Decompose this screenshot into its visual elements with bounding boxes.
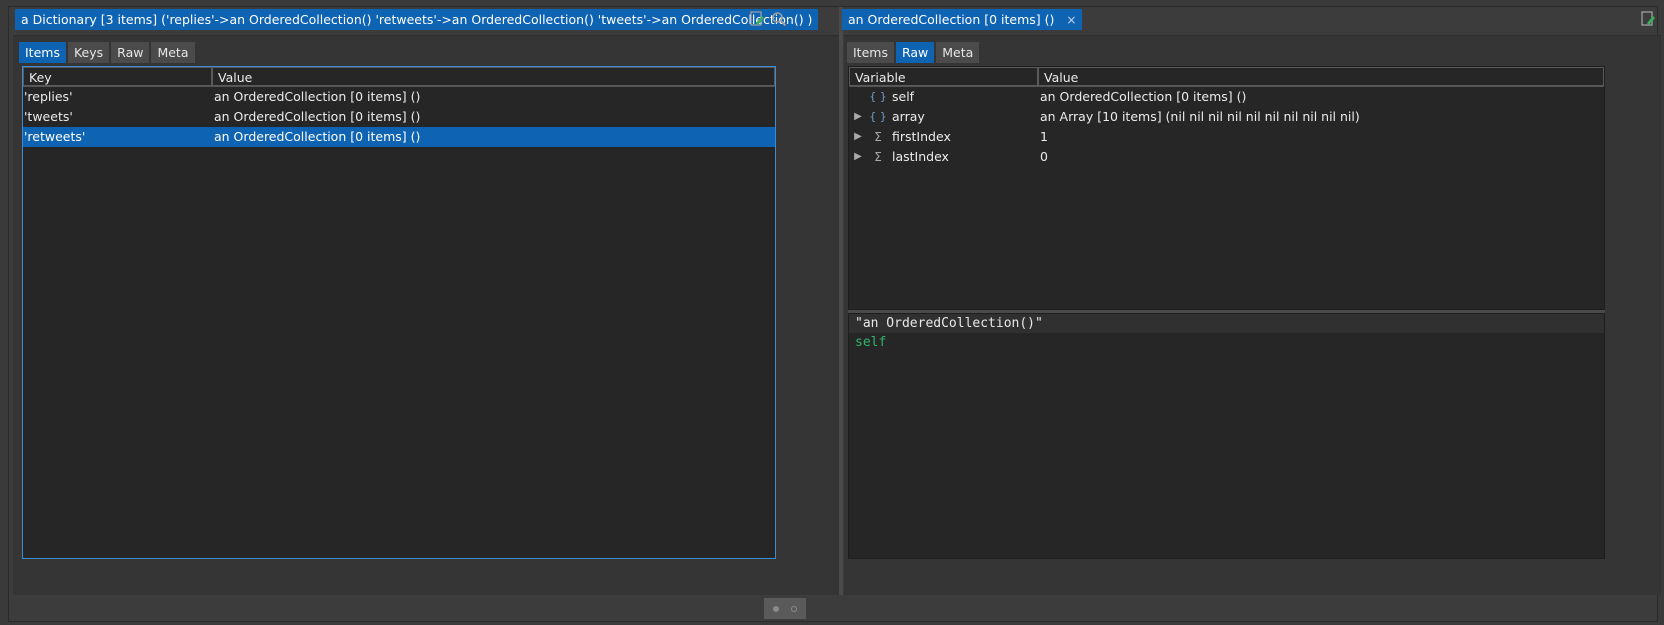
table-row[interactable]: { } self an OrderedCollection [0 items] … bbox=[849, 87, 1604, 107]
pane-splitter[interactable] bbox=[839, 7, 843, 595]
row-value: an OrderedCollection [0 items] () bbox=[214, 89, 421, 104]
dictionary-items-table[interactable]: Key Value 'replies' an OrderedCollection… bbox=[22, 66, 776, 559]
collection-title-tab[interactable]: an OrderedCollection [0 items] () × bbox=[842, 9, 1083, 30]
sigma-icon: Σ bbox=[874, 150, 882, 164]
expand-arrow-icon[interactable]: ▶ bbox=[849, 147, 867, 167]
tab-items[interactable]: Items bbox=[847, 42, 894, 63]
column-header-variable[interactable]: Variable bbox=[849, 67, 1038, 86]
column-header-value[interactable]: Value bbox=[1038, 67, 1604, 86]
expand-arrow-icon[interactable]: ▶ bbox=[849, 127, 867, 147]
page-dot-active-icon[interactable] bbox=[773, 605, 779, 612]
raw-variables-table[interactable]: Variable Value { } self an OrderedCollec… bbox=[848, 66, 1605, 310]
tab-items[interactable]: Items bbox=[19, 42, 66, 63]
table-row[interactable]: 'tweets' an OrderedCollection [0 items] … bbox=[23, 107, 775, 127]
close-icon[interactable]: × bbox=[1066, 13, 1076, 27]
table-header: Variable Value bbox=[849, 67, 1604, 87]
tab-raw[interactable]: Raw bbox=[111, 42, 150, 63]
tab-meta[interactable]: Meta bbox=[151, 42, 195, 63]
row-key: 'retweets' bbox=[24, 129, 86, 144]
row-value: an OrderedCollection [0 items] () bbox=[214, 109, 421, 124]
variable-name: array bbox=[892, 109, 925, 124]
table-row[interactable]: ▶ Σ firstIndex 1 bbox=[849, 127, 1604, 147]
column-header-key[interactable]: Key bbox=[23, 67, 212, 86]
edit-icon[interactable] bbox=[1640, 11, 1658, 29]
expand-arrow-icon[interactable]: ▶ bbox=[849, 107, 867, 127]
tab-raw[interactable]: Raw bbox=[895, 42, 935, 63]
dictionary-title: a Dictionary [3 items] ('replies'->an Or… bbox=[21, 12, 813, 27]
variable-name: firstIndex bbox=[892, 129, 951, 144]
expand-arrow-icon[interactable] bbox=[849, 87, 867, 107]
variable-value: 1 bbox=[1040, 129, 1048, 144]
edit-icon[interactable] bbox=[749, 11, 767, 29]
ordered-collection-inspector-pane: an OrderedCollection [0 items] () × Items… bbox=[842, 7, 1661, 595]
collection-content-panel: Items Raw Meta Variable Value { } self a… bbox=[844, 35, 1661, 595]
tab-keys[interactable]: Keys bbox=[67, 42, 110, 63]
object-icon: { } bbox=[869, 110, 887, 123]
variable-value: 0 bbox=[1040, 149, 1048, 164]
code-line-comment[interactable]: "an OrderedCollection()" bbox=[849, 314, 1604, 333]
collection-title: an OrderedCollection [0 items] () bbox=[848, 12, 1055, 27]
object-icon: { } bbox=[869, 90, 887, 103]
variable-name: lastIndex bbox=[892, 149, 949, 164]
dictionary-content-panel: Items Keys Raw Meta Key Value 'replies' … bbox=[13, 35, 839, 595]
collection-tab-bar: Items Raw Meta bbox=[847, 42, 980, 63]
table-row[interactable]: ▶ { } array an Array [10 items] (nil nil… bbox=[849, 107, 1604, 127]
column-header-value[interactable]: Value bbox=[212, 67, 775, 86]
bottom-bar bbox=[9, 595, 1657, 621]
dictionary-tab-bar: Items Keys Raw Meta bbox=[19, 42, 195, 63]
table-row[interactable]: ▶ Σ lastIndex 0 bbox=[849, 147, 1604, 167]
row-key: 'replies' bbox=[24, 89, 73, 104]
search-icon[interactable] bbox=[771, 11, 789, 29]
row-key: 'tweets' bbox=[24, 109, 73, 124]
tab-meta[interactable]: Meta bbox=[936, 42, 980, 63]
dictionary-title-tab[interactable]: a Dictionary [3 items] ('replies'->an Or… bbox=[15, 9, 819, 30]
inspector-window: a Dictionary [3 items] ('replies'->an Or… bbox=[8, 6, 1661, 622]
variable-name: self bbox=[892, 89, 915, 104]
table-row-selected[interactable]: 'retweets' an OrderedCollection [0 items… bbox=[23, 127, 775, 147]
code-evaluator[interactable]: "an OrderedCollection()" self bbox=[848, 313, 1605, 559]
page-dot-icon[interactable] bbox=[791, 605, 797, 612]
variable-value: an OrderedCollection [0 items] () bbox=[1040, 89, 1247, 104]
code-line-self[interactable]: self bbox=[849, 333, 1604, 352]
variable-value: an Array [10 items] (nil nil nil nil nil… bbox=[1040, 109, 1360, 124]
row-value: an OrderedCollection [0 items] () bbox=[214, 129, 421, 144]
sigma-icon: Σ bbox=[874, 130, 882, 144]
table-header: Key Value bbox=[23, 67, 775, 87]
page-indicator[interactable] bbox=[764, 598, 806, 619]
table-row[interactable]: 'replies' an OrderedCollection [0 items]… bbox=[23, 87, 775, 107]
dictionary-inspector-pane: a Dictionary [3 items] ('replies'->an Or… bbox=[13, 7, 839, 595]
